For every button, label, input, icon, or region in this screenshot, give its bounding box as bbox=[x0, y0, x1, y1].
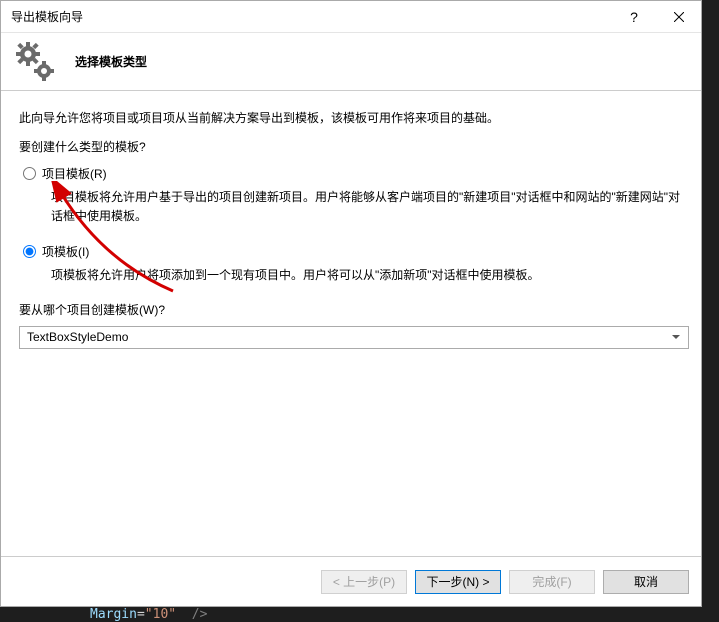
export-template-wizard-dialog: 导出模板向导 ? bbox=[0, 0, 702, 607]
intro-text: 此向导允许您将项目或项目项从当前解决方案导出到模板，该模板可用作将来项目的基础。 bbox=[19, 109, 689, 128]
svg-text:?: ? bbox=[630, 11, 638, 23]
wizard-step-title: 选择模板类型 bbox=[75, 53, 147, 70]
titlebar: 导出模板向导 ? bbox=[1, 1, 701, 33]
project-template-radio[interactable] bbox=[23, 167, 36, 180]
item-template-label: 项模板(I) bbox=[42, 243, 89, 260]
help-icon: ? bbox=[628, 11, 640, 23]
window-title: 导出模板向导 bbox=[11, 8, 611, 25]
template-type-options: 项目模板(R) 项目模板将允许用户基于导出的项目创建新项目。用户将能够从客户端项… bbox=[23, 165, 689, 285]
template-type-question: 要创建什么类型的模板? bbox=[19, 138, 689, 155]
next-button[interactable]: 下一步(N) > bbox=[415, 570, 501, 594]
project-template-option[interactable]: 项目模板(R) bbox=[23, 165, 689, 182]
item-template-option[interactable]: 项模板(I) bbox=[23, 243, 689, 260]
cancel-button[interactable]: 取消 bbox=[603, 570, 689, 594]
previous-button: < 上一步(P) bbox=[321, 570, 407, 594]
project-template-label: 项目模板(R) bbox=[42, 165, 107, 182]
wizard-content: 此向导允许您将项目或项目项从当前解决方案导出到模板，该模板可用作将来项目的基础。… bbox=[1, 91, 701, 556]
wizard-footer: < 上一步(P) 下一步(N) > 完成(F) 取消 bbox=[1, 556, 701, 606]
finish-button: 完成(F) bbox=[509, 570, 595, 594]
close-icon bbox=[674, 12, 684, 22]
close-button[interactable] bbox=[656, 2, 701, 32]
gear-icon bbox=[13, 38, 61, 86]
help-button[interactable]: ? bbox=[611, 2, 656, 32]
source-project-combo[interactable]: TextBoxStyleDemo bbox=[19, 326, 689, 349]
background-code: Margin="10" /> bbox=[0, 607, 719, 622]
wizard-header: 选择模板类型 bbox=[1, 33, 701, 91]
item-template-radio[interactable] bbox=[23, 245, 36, 258]
item-template-description: 项模板将允许用户将项添加到一个现有项目中。用户将可以从"添加新项"对话框中使用模… bbox=[51, 266, 689, 285]
project-template-description: 项目模板将允许用户基于导出的项目创建新项目。用户将能够从客户端项目的"新建项目"… bbox=[51, 188, 689, 226]
source-project-value: TextBoxStyleDemo bbox=[27, 330, 128, 344]
source-project-question: 要从哪个项目创建模板(W)? bbox=[19, 301, 689, 318]
